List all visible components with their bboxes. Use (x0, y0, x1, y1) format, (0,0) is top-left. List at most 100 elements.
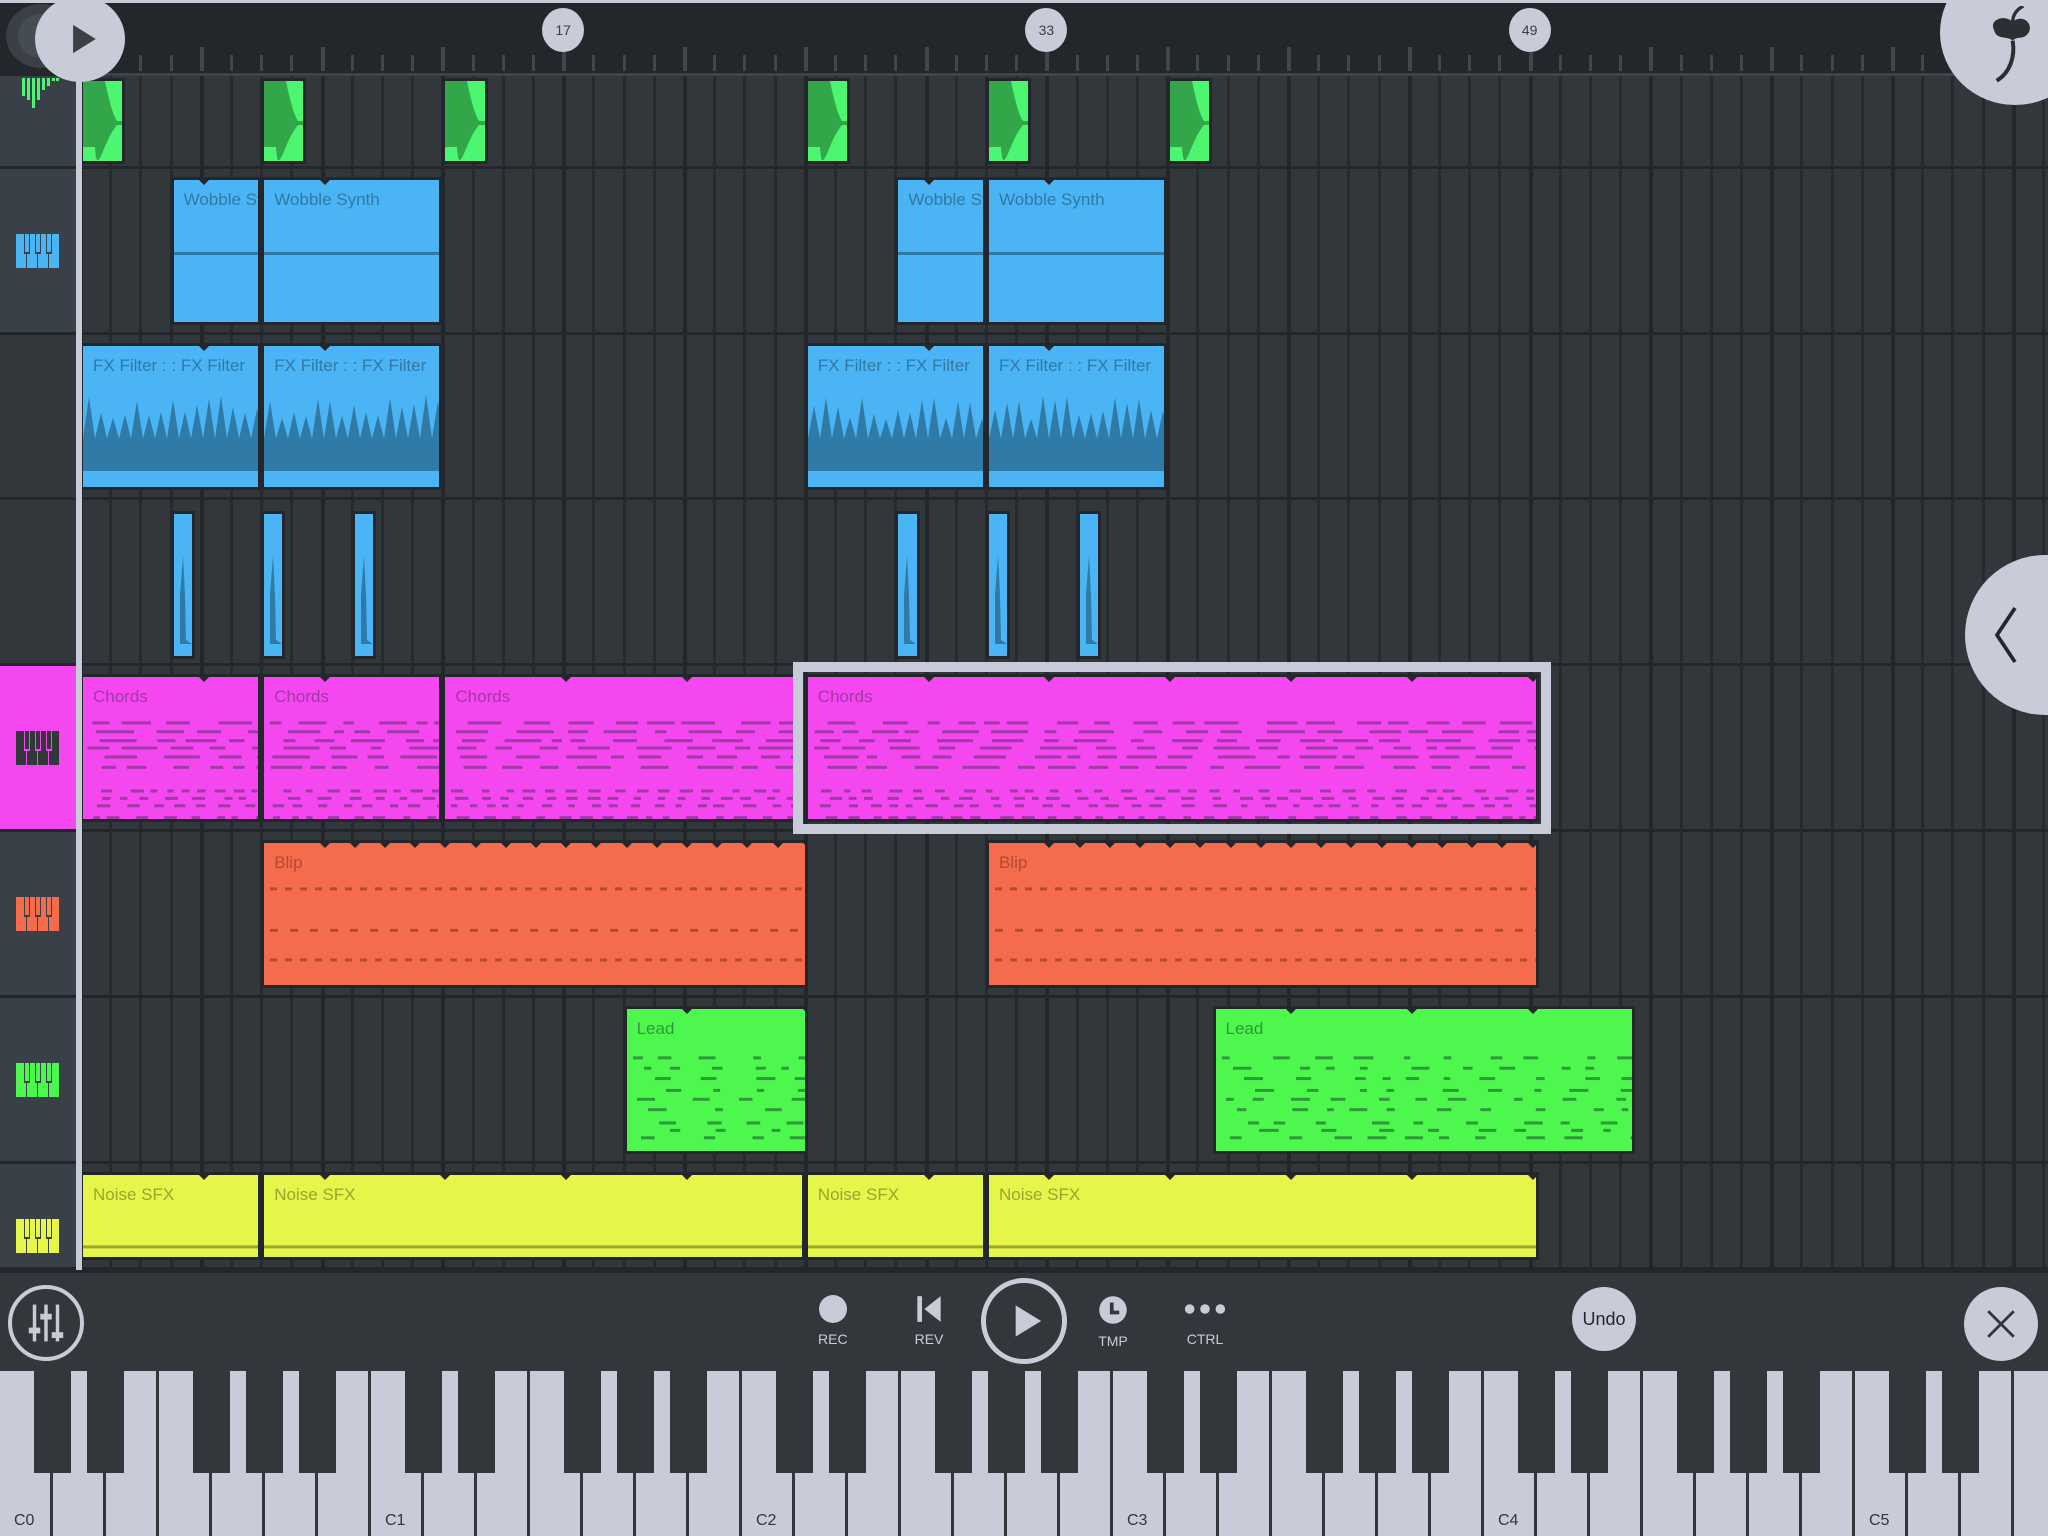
clip-lead[interactable]: Lead (1212, 1006, 1636, 1154)
chevron-left-icon (1994, 606, 2017, 664)
song-play-button[interactable] (35, 0, 125, 82)
black-key[interactable] (1359, 1365, 1396, 1473)
bar-notch (195, 677, 212, 682)
clip-noise-sfx[interactable]: Noise SFX (804, 1172, 986, 1260)
black-key[interactable] (1783, 1365, 1820, 1473)
black-key[interactable] (1412, 1365, 1449, 1473)
black-key[interactable] (1147, 1365, 1184, 1473)
black-key[interactable] (246, 1365, 283, 1473)
black-key[interactable] (1730, 1365, 1767, 1473)
bar-marker[interactable]: 49 (1508, 8, 1551, 52)
playhead[interactable] (76, 78, 82, 1270)
clip-wobble-synth[interactable]: Wobble Sy... (170, 177, 262, 325)
black-key[interactable] (935, 1365, 972, 1473)
bar-marker[interactable]: 33 (1025, 8, 1068, 52)
clip-wobble-synth[interactable]: Wobble Synth (986, 177, 1168, 325)
black-key[interactable] (458, 1365, 495, 1473)
black-key[interactable] (988, 1365, 1025, 1473)
clip-fx-filter[interactable]: FX Filter : : FX Filter (804, 343, 986, 490)
clip-drums[interactable] (804, 78, 851, 164)
clip-name: Blip (999, 853, 1028, 872)
ruler-tick (532, 55, 535, 71)
clip-blip[interactable]: Blip (986, 840, 1539, 988)
track-header-drums[interactable] (0, 76, 76, 169)
black-key[interactable] (299, 1365, 336, 1473)
black-key[interactable] (617, 1365, 654, 1473)
track-header-fx-filter[interactable] (0, 335, 76, 500)
track-header-lead[interactable] (0, 998, 76, 1164)
black-key[interactable] (670, 1365, 707, 1473)
clip-drums[interactable] (442, 78, 488, 164)
clip-fx-hits[interactable] (261, 511, 286, 659)
transport-bar: REC REV TMP CTRL Undo (0, 1270, 2048, 1365)
clip-noise-sfx[interactable]: Noise SFX (986, 1172, 1539, 1260)
ruler-tick (260, 55, 264, 71)
ctrl-button[interactable]: CTRL (1182, 1295, 1228, 1347)
black-key[interactable] (34, 1365, 71, 1473)
clip-blip[interactable]: Blip (261, 840, 808, 988)
black-key[interactable] (1041, 1365, 1078, 1473)
bar-marker[interactable]: 17 (542, 8, 585, 52)
black-key[interactable] (1518, 1365, 1555, 1473)
clip-fx-hits[interactable] (170, 511, 195, 659)
clip-name: Noise SFX (93, 1185, 175, 1204)
clip-wobble-synth[interactable]: Wobble Sy... (895, 177, 986, 325)
track-header-noise-sfx[interactable] (0, 1164, 76, 1270)
rev-button[interactable]: REV (914, 1295, 944, 1347)
bar-notch (1282, 677, 1299, 682)
black-key[interactable] (564, 1365, 601, 1473)
clip-noise-sfx[interactable]: Noise SFX (82, 1172, 262, 1260)
clip-wobble-synth[interactable]: Wobble Synth (261, 177, 443, 325)
playlist-grid[interactable]: Wobble Sy... Wobble Synth Wobble Sy... Wobb… (82, 76, 2048, 1270)
clip-fx-hits[interactable] (986, 511, 1011, 659)
clip-name: Chords (455, 687, 511, 706)
clip-fx-hits[interactable] (895, 511, 920, 659)
black-key[interactable] (1942, 1365, 1979, 1473)
piano-keyboard[interactable]: C0 C1 C2 C3 C4 C5 (0, 1365, 2048, 1536)
clip-chords[interactable]: Chords (82, 674, 262, 822)
black-key[interactable] (87, 1365, 124, 1473)
track-header-chords[interactable] (0, 666, 76, 832)
clip-lead[interactable]: Lead (623, 1006, 808, 1154)
clip-chords[interactable]: Chords (261, 674, 443, 822)
clip-drums[interactable] (261, 78, 307, 164)
black-key[interactable] (1571, 1365, 1608, 1473)
black-key[interactable] (1677, 1365, 1714, 1473)
clip-fx-filter[interactable]: FX Filter : : FX Filter (261, 343, 443, 490)
white-key[interactable] (2014, 1371, 2048, 1536)
ruler-tick (471, 55, 475, 71)
mixer-button[interactable] (8, 1285, 84, 1361)
track-header-fx-hits[interactable] (0, 500, 76, 666)
clip-drums[interactable] (1167, 78, 1213, 164)
ruler-tick (441, 47, 446, 71)
track-header-wobble-synth[interactable] (0, 169, 76, 335)
clip-chords[interactable]: Chords (442, 674, 799, 822)
close-icon (1987, 1310, 2015, 1338)
clip-preview (264, 81, 304, 161)
play-icon (1015, 1305, 1042, 1337)
black-key[interactable] (1306, 1365, 1343, 1473)
black-key[interactable] (193, 1365, 230, 1473)
rec-button[interactable]: REC (818, 1295, 848, 1347)
play-button[interactable] (981, 1278, 1067, 1364)
clip-noise-sfx[interactable]: Noise SFX (261, 1172, 805, 1260)
clip-chords[interactable]: Chords (804, 674, 1539, 822)
black-key[interactable] (405, 1365, 442, 1473)
close-button[interactable] (1964, 1287, 2038, 1361)
black-key[interactable] (829, 1365, 866, 1473)
clip-fx-filter[interactable]: FX Filter : : FX Filter (82, 343, 262, 490)
clip-fx-hits[interactable] (1076, 511, 1101, 659)
black-key[interactable] (776, 1365, 813, 1473)
clip-drums[interactable] (82, 78, 126, 164)
timeline-ruler[interactable]: 17 33 49 (0, 3, 2048, 76)
clip-fx-filter[interactable]: FX Filter : : FX Filter (986, 343, 1168, 490)
ruler-tick (1196, 55, 1200, 71)
clip-drums[interactable] (986, 78, 1032, 164)
black-key[interactable] (1200, 1365, 1237, 1473)
undo-button[interactable]: Undo (1572, 1287, 1636, 1351)
clip-fx-hits[interactable] (351, 511, 376, 659)
black-key[interactable] (1889, 1365, 1926, 1473)
ruler-tick (1830, 55, 1834, 71)
track-header-blip[interactable] (0, 832, 76, 998)
tempo-button[interactable]: TMP (1098, 1295, 1128, 1349)
